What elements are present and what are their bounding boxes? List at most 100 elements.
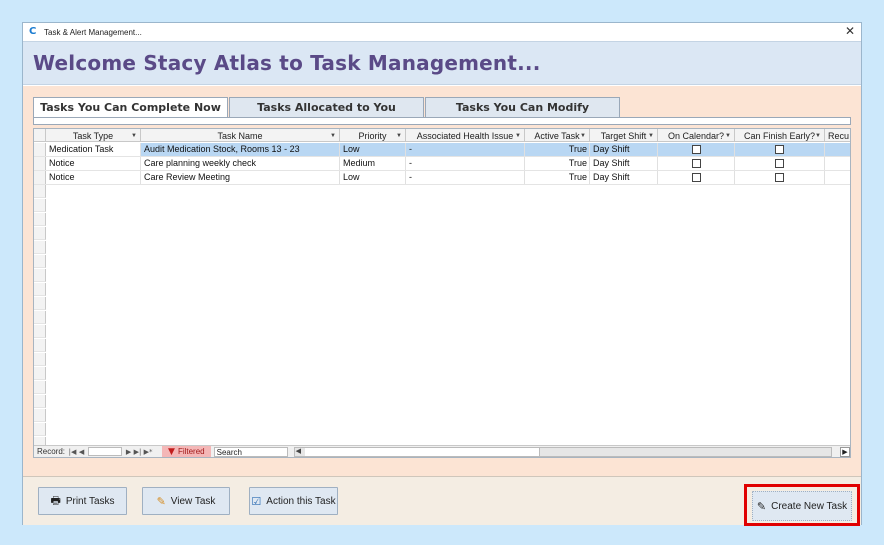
cell-priority[interactable]: Low	[340, 143, 406, 156]
cell-recurring[interactable]	[825, 171, 850, 184]
cell-priority[interactable]: Medium	[340, 157, 406, 170]
cell-on-calendar[interactable]	[658, 143, 735, 156]
cell-task-name[interactable]: Audit Medication Stock, Rooms 13 - 23	[141, 143, 340, 156]
sort-arrow-icon[interactable]: ▼	[396, 133, 402, 139]
select-all-cell[interactable]	[34, 129, 46, 141]
empty-row-selector	[34, 269, 46, 282]
finish-early-checkbox[interactable]	[775, 145, 784, 154]
scroll-thumb[interactable]	[304, 447, 540, 456]
next-record-icon[interactable]: ▶	[124, 448, 133, 456]
empty-row-selector	[34, 311, 46, 324]
first-record-icon[interactable]: |◀	[68, 448, 77, 456]
scroll-left-icon[interactable]: ◀	[296, 447, 301, 455]
sort-arrow-icon[interactable]: ▼	[725, 133, 731, 139]
tab-strip: Tasks You Can Complete Now Tasks Allocat…	[33, 97, 621, 118]
empty-row-selector	[34, 395, 46, 408]
on-calendar-checkbox[interactable]	[691, 159, 701, 168]
cell-health-issue[interactable]: -	[406, 171, 525, 184]
finish-early-checkbox[interactable]	[775, 173, 784, 182]
view-task-icon: ✎	[156, 494, 166, 508]
cell-target-shift[interactable]: Day Shift	[590, 171, 658, 184]
window-title: Task & Alert Management...	[44, 27, 142, 37]
create-new-task-button[interactable]: ✎ Create New Task	[752, 491, 852, 521]
cell-task-type[interactable]: Notice	[46, 157, 141, 170]
table-header: Task Type ▼ Task Name ▼ Priority ▼ Associat…	[34, 129, 850, 142]
content-area: Tasks You Can Complete Now Tasks Allocat…	[23, 86, 861, 476]
cell-task-type[interactable]: Notice	[46, 171, 141, 184]
cell-active-task[interactable]: True	[525, 157, 590, 170]
col-active-task[interactable]: Active Task ▼	[525, 129, 590, 142]
cell-finish-early[interactable]	[735, 157, 825, 170]
sort-arrow-icon[interactable]: ▼	[515, 133, 521, 139]
col-task-name[interactable]: Task Name ▼	[141, 129, 340, 142]
table-row[interactable]: Notice Care planning weekly check Medium…	[34, 157, 850, 171]
col-on-calendar[interactable]: On Calendar? ▼	[658, 129, 735, 142]
row-selector[interactable]	[34, 143, 46, 156]
col-task-type[interactable]: Task Type ▼	[46, 129, 141, 142]
page-title: Welcome Stacy Atlas to Task Management..…	[33, 51, 541, 75]
cell-task-name[interactable]: Care planning weekly check	[141, 157, 340, 170]
filter-icon: ▼	[168, 446, 175, 457]
filter-toggle[interactable]: ▼ Filtered	[162, 446, 211, 457]
search-input[interactable]: Search	[213, 446, 288, 457]
col-finish-early[interactable]: Can Finish Early? ▼	[735, 129, 825, 142]
finish-early-checkbox[interactable]	[775, 159, 784, 168]
tab-allocated[interactable]: Tasks Allocated to You	[229, 97, 424, 118]
sort-arrow-icon[interactable]: ▼	[648, 133, 654, 139]
empty-row-selector	[34, 325, 46, 338]
cell-task-type[interactable]: Medication Task	[46, 143, 141, 156]
table-row[interactable]: Notice Care Review Meeting Low - True Da…	[34, 171, 850, 185]
app-icon: C	[29, 26, 37, 37]
sort-arrow-icon[interactable]: ▼	[131, 133, 137, 139]
col-target-shift[interactable]: Target Shift ▼	[590, 129, 658, 142]
cell-target-shift[interactable]: Day Shift	[590, 157, 658, 170]
scroll-right-icon[interactable]: ▶	[840, 446, 850, 457]
col-priority[interactable]: Priority ▼	[340, 129, 406, 142]
cell-priority[interactable]: Low	[340, 171, 406, 184]
cell-on-calendar[interactable]	[658, 157, 735, 170]
empty-row-selector	[34, 241, 46, 254]
cell-recurring[interactable]	[825, 143, 850, 156]
cell-health-issue[interactable]: -	[406, 157, 525, 170]
col-health-issue[interactable]: Associated Health Issue ▼	[406, 129, 525, 142]
prev-record-icon[interactable]: ◀	[77, 448, 86, 456]
record-number-input[interactable]	[88, 447, 123, 456]
tab-complete-now[interactable]: Tasks You Can Complete Now	[33, 97, 228, 118]
record-navigator: Record: |◀ ◀ ▶ ▶| ▶* ▼ Filtered Search ◀ …	[34, 445, 850, 457]
cell-target-shift[interactable]: Day Shift	[590, 143, 658, 156]
horizontal-scrollbar[interactable]: ◀	[293, 446, 832, 457]
cell-active-task[interactable]: True	[525, 171, 590, 184]
cell-health-issue[interactable]: -	[406, 143, 525, 156]
main-window: C Task & Alert Management... ✕ Welcome S…	[22, 22, 862, 526]
empty-row-selector	[34, 353, 46, 366]
print-tasks-button[interactable]: 🖶 Print Tasks	[38, 487, 127, 515]
sort-arrow-icon[interactable]: ▼	[580, 133, 586, 139]
page-header: Welcome Stacy Atlas to Task Management..…	[23, 41, 861, 85]
on-calendar-checkbox[interactable]	[691, 145, 701, 154]
empty-row-selector	[34, 367, 46, 380]
table-row[interactable]: Medication Task Audit Medication Stock, …	[34, 143, 850, 157]
sort-arrow-icon[interactable]: ▼	[330, 133, 336, 139]
tab-modify[interactable]: Tasks You Can Modify	[425, 97, 620, 118]
on-calendar-checkbox[interactable]	[691, 173, 701, 182]
empty-row-selector	[34, 297, 46, 310]
cell-finish-early[interactable]	[735, 143, 825, 156]
cell-task-name[interactable]: Care Review Meeting	[141, 171, 340, 184]
cell-on-calendar[interactable]	[658, 171, 735, 184]
col-recurring[interactable]: Recu	[825, 129, 850, 142]
view-task-button[interactable]: ✎ View Task	[142, 487, 230, 515]
cell-finish-early[interactable]	[735, 171, 825, 184]
action-task-button[interactable]: ☑ Action this Task	[249, 487, 338, 515]
empty-row-selector	[34, 227, 46, 240]
cell-active-task[interactable]: True	[525, 143, 590, 156]
sort-arrow-icon[interactable]: ▼	[815, 133, 821, 139]
close-icon[interactable]: ✕	[843, 24, 857, 38]
task-datasheet: Task Type ▼ Task Name ▼ Priority ▼ Associat…	[33, 128, 851, 458]
row-selector[interactable]	[34, 157, 46, 170]
row-selector[interactable]	[34, 171, 46, 184]
empty-row-selector	[34, 409, 46, 422]
new-record-icon[interactable]: ▶*	[142, 448, 154, 456]
last-record-icon[interactable]: ▶|	[133, 448, 142, 456]
cell-recurring[interactable]	[825, 157, 850, 170]
button-bar: 🖶 Print Tasks ✎ View Task ☑ Action this …	[23, 476, 861, 526]
